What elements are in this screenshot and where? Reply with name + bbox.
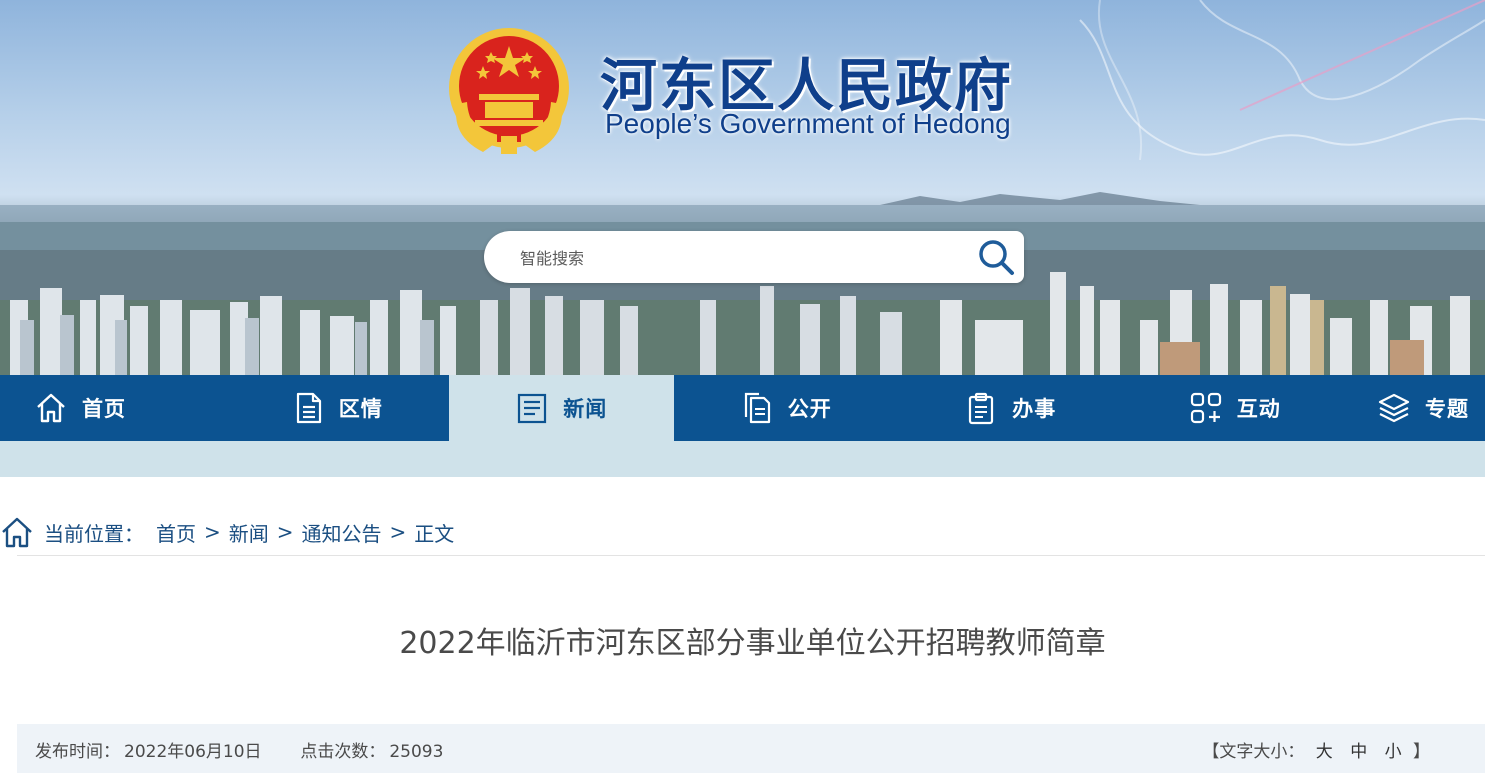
nav-label: 公开 <box>787 397 832 421</box>
nav-label: 首页 <box>82 397 126 421</box>
nav-item-news[interactable]: 新闻 <box>449 375 674 441</box>
files-icon <box>744 392 770 424</box>
breadcrumb: 当前位置： 首页 > 新闻 > 通知公告 > 正文 <box>0 513 454 551</box>
nav-item-services[interactable]: 办事 <box>898 375 1123 441</box>
article-title: 2022年临沂市河东区部分事业单位公开招聘教师简章 <box>399 626 1106 661</box>
search-icon[interactable] <box>976 237 1016 277</box>
interact-icon <box>1190 392 1221 424</box>
breadcrumb-label: 当前位置： <box>44 521 144 546</box>
clicks-count: 25093 <box>389 742 444 762</box>
divider <box>17 555 1485 556</box>
document-icon <box>296 392 321 424</box>
breadcrumb-item-body[interactable]: 正文 <box>414 518 454 547</box>
header-banner: 河东区人民政府 People’s Government of Hedong <box>0 0 1485 375</box>
national-emblem-icon <box>449 28 569 154</box>
font-size-label: 【文字大小： <box>1202 742 1305 762</box>
nav-item-overview[interactable]: 区情 <box>225 375 450 441</box>
layers-icon <box>1378 393 1410 423</box>
article-meta-bar: 发布时间： 2022年06月10日 点击次数： 25093 【文字大小： 大 中 小… <box>17 724 1485 773</box>
nav-item-interact[interactable]: 互动 <box>1123 375 1348 441</box>
search-input[interactable] <box>518 245 942 271</box>
nav-label: 互动 <box>1236 397 1281 421</box>
site-subtitle: People’s Government of Hedong <box>605 108 1011 139</box>
font-size-medium-button[interactable]: 中 <box>1350 742 1367 762</box>
breadcrumb-separator: > <box>389 520 407 544</box>
home-icon <box>2 517 32 548</box>
font-size-close: 】 <box>1413 742 1430 762</box>
nav-item-topics[interactable]: 专题 <box>1347 375 1485 441</box>
nav-label: 办事 <box>1012 397 1057 421</box>
home-icon <box>37 393 65 423</box>
nav-item-public[interactable]: 公开 <box>674 375 899 441</box>
nav-label: 专题 <box>1425 397 1469 421</box>
article-meta-info: 发布时间： 2022年06月10日 点击次数： 25093 <box>35 737 447 762</box>
main-nav: 首页 区情 新闻 公开 办事 互动 专题 <box>0 375 1485 441</box>
news-icon <box>518 393 547 424</box>
sub-nav-band <box>0 441 1485 477</box>
font-size-controls: 【文字大小： 大 中 小 】 <box>1202 737 1430 762</box>
publish-date: 2022年06月10日 <box>124 742 262 762</box>
font-size-large-button[interactable]: 大 <box>1316 742 1333 762</box>
search-box <box>484 231 1024 283</box>
publish-label: 发布时间： <box>35 742 120 762</box>
nav-label: 新闻 <box>563 397 608 421</box>
breadcrumb-item-home[interactable]: 首页 <box>156 518 196 547</box>
nav-item-home[interactable]: 首页 <box>0 375 225 441</box>
clipboard-icon <box>969 392 994 425</box>
breadcrumb-separator: > <box>204 520 221 544</box>
font-size-small-button[interactable]: 小 <box>1385 742 1402 762</box>
breadcrumb-separator: > <box>276 520 294 544</box>
nav-label: 区情 <box>338 397 383 421</box>
breadcrumb-item-news[interactable]: 新闻 <box>229 518 269 547</box>
breadcrumb-item-notices[interactable]: 通知公告 <box>302 518 382 547</box>
clicks-label: 点击次数： <box>300 742 386 762</box>
